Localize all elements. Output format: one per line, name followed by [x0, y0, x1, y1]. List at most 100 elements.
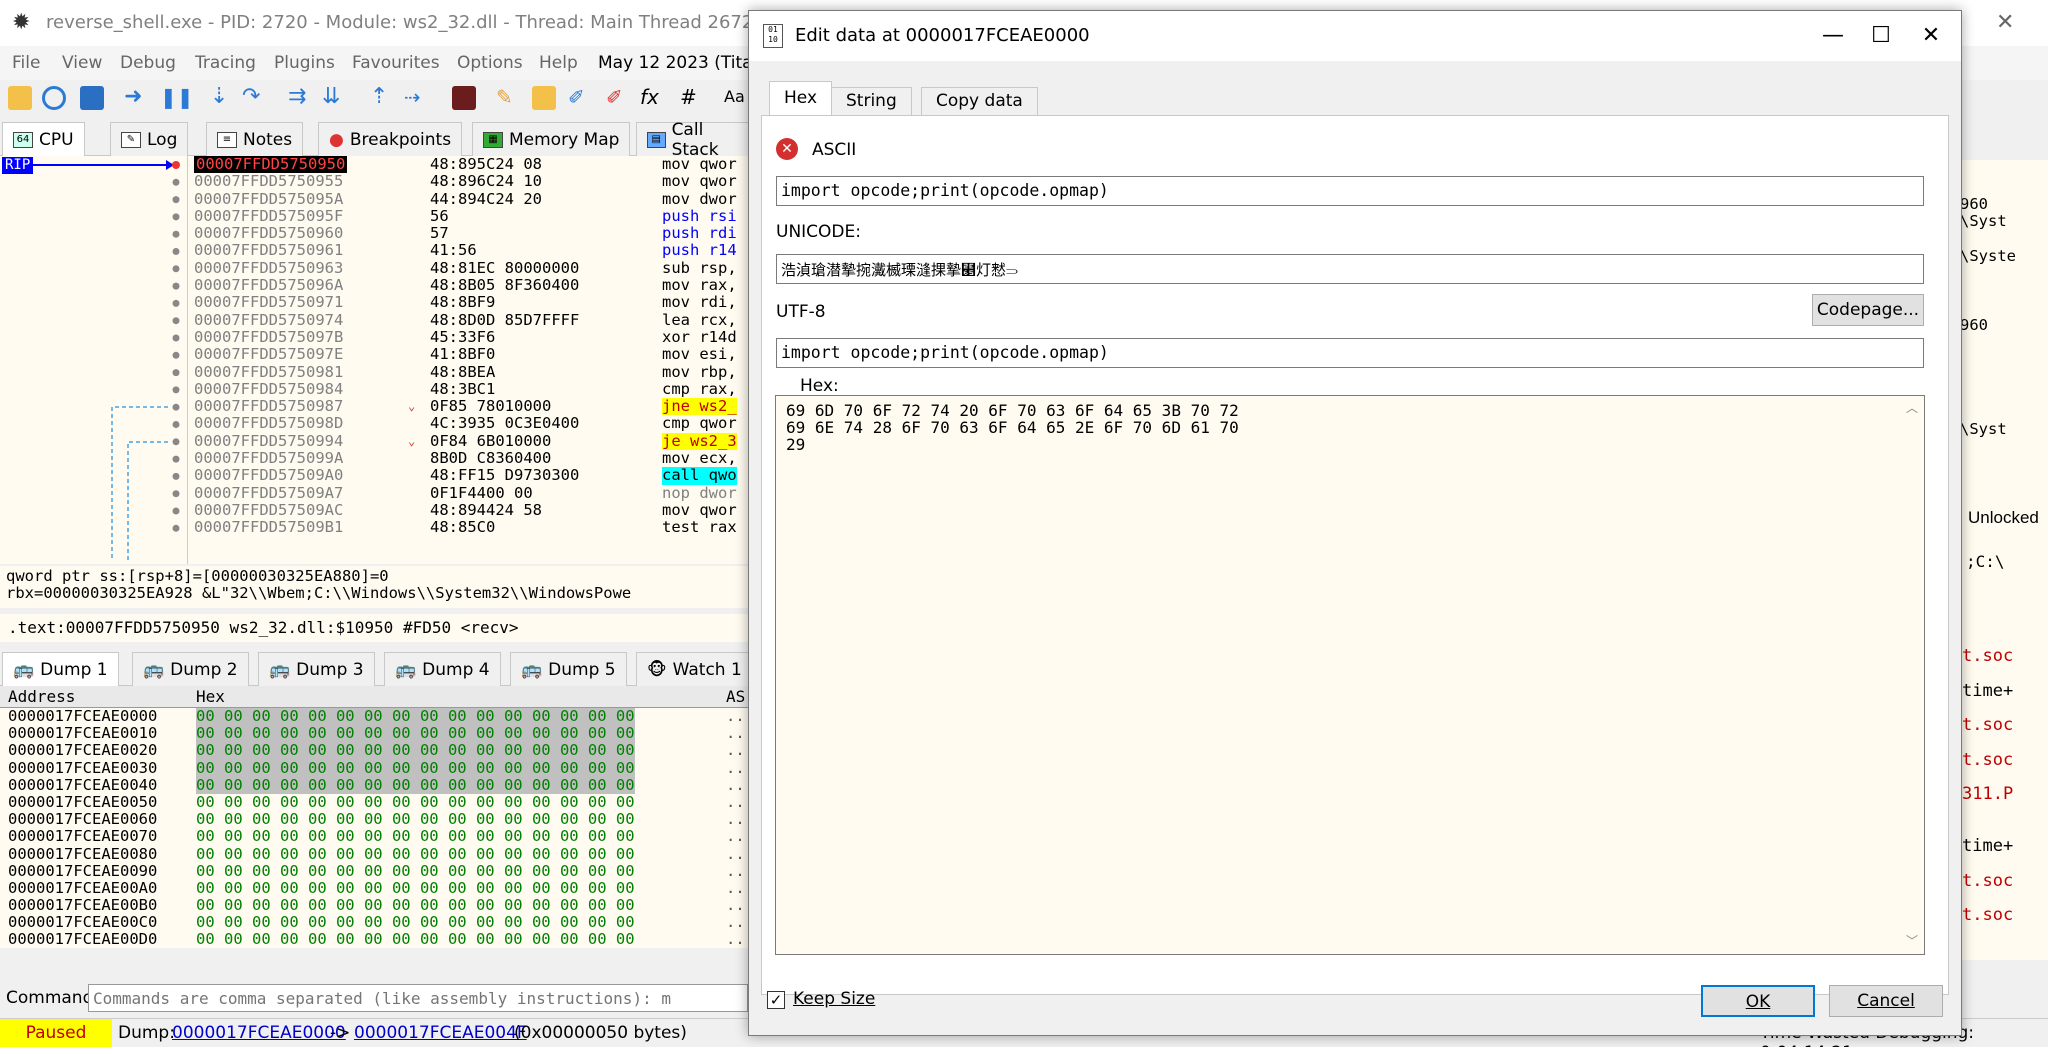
breakpoint-dot[interactable] [172, 524, 180, 532]
step-over-icon[interactable]: ↷ [242, 86, 266, 110]
breakpoint-dot[interactable] [172, 196, 180, 204]
breakpoint-dot[interactable] [172, 230, 180, 238]
disasm-row[interactable]: 00007FFDD57509B1 48:85C0 test rax [190, 518, 760, 536]
disasm-row[interactable]: 00007FFDD575096A 48:8B05 8F360400 mov rax, [190, 276, 760, 294]
breakpoint-dot[interactable] [172, 317, 180, 325]
open-icon[interactable] [8, 86, 32, 110]
execute-till-return-icon[interactable]: ⇡ [370, 86, 394, 110]
dump-row[interactable]: 0000017FCEAE0030 00 00 00 00 00 00 00 00 … [0, 759, 760, 777]
dump-row[interactable]: 0000017FCEAE0080 00 00 00 00 00 00 00 00 … [0, 845, 760, 863]
disasm-row[interactable]: 00007FFDD57509A7 0F1F4400 00 nop dwor [190, 484, 760, 502]
unlocked-label[interactable]: Unlocked [1968, 508, 2039, 528]
tab-log[interactable]: ✎ Log [110, 122, 189, 156]
tab-watch-1[interactable]: 🐵 Watch 1 [636, 652, 753, 686]
menu-plugins[interactable]: Plugins [274, 53, 335, 73]
breakpoint-dot[interactable] [172, 248, 180, 255]
breakpoint-dot[interactable] [172, 299, 180, 307]
dump-col-ascii[interactable]: AS [726, 687, 745, 706]
tab-dump-2[interactable]: 🚌 Dump 2 [132, 652, 249, 686]
functions-icon[interactable]: fx [640, 86, 664, 110]
menu-options[interactable]: Options [457, 53, 523, 73]
utf8-input[interactable]: import opcode;print(opcode.opmap) [776, 338, 1924, 368]
scroll-up-icon[interactable]: ︿ [1906, 400, 1918, 417]
tab-string[interactable]: String [831, 87, 912, 115]
menu-view[interactable]: View [62, 53, 102, 73]
tab-dump-5[interactable]: 🚌 Dump 5 [510, 652, 627, 686]
disasm-row[interactable]: 00007FFDD5750950 48:895C24 08 mov qwor [190, 155, 760, 174]
labels-icon[interactable]: ✐ [568, 86, 592, 110]
breakpoint-dot[interactable] [172, 369, 180, 377]
run-icon[interactable]: ➜ [124, 86, 148, 110]
disassembly-view[interactable]: 00007FFDD5750950 48:895C24 08 mov qwor 0000… [190, 155, 760, 536]
tab-hex[interactable]: Hex [769, 81, 833, 117]
dump-row[interactable]: 0000017FCEAE00B0 00 00 00 00 00 00 00 00 … [0, 896, 760, 914]
patch-icon[interactable]: ✎ [496, 86, 520, 110]
unicode-input[interactable]: 浩湞瑲潜摯捥瀻楲瑮漨捰摯⹥灯慭⥰ [776, 254, 1924, 284]
disasm-row[interactable]: 00007FFDD575097B 45:33F6 xor r14d [190, 328, 760, 346]
dump-row[interactable]: 0000017FCEAE00C0 00 00 00 00 00 00 00 00 … [0, 914, 760, 931]
breakpoint-dot[interactable] [172, 455, 180, 463]
dump-col-hex[interactable]: Hex [196, 687, 225, 706]
variables-icon[interactable]: # [680, 86, 704, 110]
dump-start-link[interactable]: 0000017FCEAE0000 [172, 1023, 346, 1043]
tab-dump-3[interactable]: 🚌 Dump 3 [258, 652, 375, 686]
disasm-row[interactable]: 00007FFDD575098D 4C:3935 0C3E0400 cmp qwor [190, 415, 760, 433]
dump-row[interactable]: 0000017FCEAE0000 00 00 00 00 00 00 00 00 … [0, 707, 760, 726]
trace-into-icon[interactable]: ⇉ [288, 86, 312, 110]
menu-file[interactable]: File [12, 53, 40, 73]
scroll-down-icon[interactable]: ﹀ [1906, 933, 1918, 950]
bookmarks-icon[interactable]: ✐ [606, 86, 630, 110]
main-close-button[interactable]: ✕ [1996, 10, 2014, 35]
breakpoint-dot[interactable] [172, 403, 180, 411]
breakpoint-dot[interactable] [172, 265, 180, 273]
breakpoint-dot[interactable] [172, 213, 180, 221]
disasm-row[interactable]: 00007FFDD575095F 56 push rsi [190, 207, 760, 225]
keep-size-checkbox[interactable]: ✓ [767, 991, 785, 1009]
ascii-input[interactable]: import opcode;print(opcode.opmap) [776, 176, 1924, 206]
step-into-icon[interactable]: ⇣ [210, 86, 234, 110]
disasm-row[interactable]: 00007FFDD575099A 8B0D C8360400 mov ecx, [190, 449, 760, 467]
disasm-row[interactable]: 00007FFDD5750963 48:81EC 80000000 sub rsp, [190, 259, 760, 277]
tab-copy-data[interactable]: Copy data [921, 87, 1038, 115]
breakpoint-dot[interactable] [172, 334, 180, 342]
disasm-row[interactable]: 00007FFDD5750987 0F85 78010000 jne ws2_ ⌄ [190, 397, 760, 416]
breakpoint-dot[interactable] [172, 386, 180, 394]
disasm-row[interactable]: 00007FFDD5750981 48:8BEA mov rbp, [190, 363, 760, 381]
breakpoint-dot[interactable] [172, 351, 180, 359]
menu-help[interactable]: Help [539, 53, 578, 73]
disasm-row[interactable]: 00007FFDD575095A 44:894C24 20 mov dwor [190, 190, 760, 208]
breakpoint-dot[interactable] [172, 507, 180, 515]
disasm-row[interactable]: 00007FFDD5750984 48:3BC1 cmp rax, [190, 380, 760, 398]
command-input[interactable] [88, 984, 748, 1012]
disasm-row[interactable]: 00007FFDD5750955 48:896C24 10 mov qwor [190, 172, 760, 190]
comments-icon[interactable] [532, 86, 556, 110]
disasm-row[interactable]: 00007FFDD57509AC 48:894424 58 mov qwor [190, 501, 760, 519]
disasm-row[interactable]: 00007FFDD57509A0 48:FF15 D9730300 call qwo [190, 467, 760, 485]
codepage-button[interactable]: Codepage... [1812, 294, 1924, 326]
script-icon[interactable] [452, 86, 476, 110]
dump-col-address[interactable]: Address [8, 687, 75, 706]
dump-row[interactable]: 0000017FCEAE00D0 00 00 00 00 00 00 00 00 … [0, 931, 760, 948]
font-icon[interactable]: Aa [724, 86, 748, 110]
menu-tracing[interactable]: Tracing [195, 53, 256, 73]
tab-notes[interactable]: ≡ Notes [206, 122, 304, 156]
disasm-row[interactable]: 00007FFDD575097E 41:8BF0 mov esi, [190, 345, 760, 363]
dump-row[interactable]: 0000017FCEAE0040 00 00 00 00 00 00 00 00 … [0, 776, 760, 794]
dump-row[interactable]: 0000017FCEAE0090 00 00 00 00 00 00 00 00 … [0, 862, 760, 880]
dump-end-link[interactable]: 0000017FCEAE004F [354, 1023, 527, 1043]
run-to-user-code-icon[interactable]: ⇢ [404, 86, 428, 110]
menu-debug[interactable]: Debug [120, 53, 176, 73]
disasm-row[interactable]: 00007FFDD5750960 57 push rdi [190, 224, 760, 242]
stop-icon[interactable] [80, 86, 104, 110]
tab-call-stack[interactable]: ▤ Call Stack [636, 120, 760, 160]
breakpoint-dot[interactable] [172, 472, 180, 480]
ok-button[interactable]: OK [1701, 985, 1815, 1017]
dump-row[interactable]: 0000017FCEAE0070 00 00 00 00 00 00 00 00 … [0, 828, 760, 845]
breakpoint-dot[interactable] [172, 178, 180, 186]
tab-cpu[interactable]: 64 CPU [2, 122, 85, 156]
dump-row[interactable]: 0000017FCEAE0020 00 00 00 00 00 00 00 00 … [0, 742, 760, 760]
breakpoint-dot[interactable] [172, 282, 180, 290]
tab-dump-1[interactable]: 🚌 Dump 1 [2, 652, 119, 686]
disasm-row[interactable]: 00007FFDD5750994 0F84 6B010000 je ws2_3 ⌄ [190, 432, 760, 451]
menu-favourites[interactable]: Favourites [352, 53, 440, 73]
